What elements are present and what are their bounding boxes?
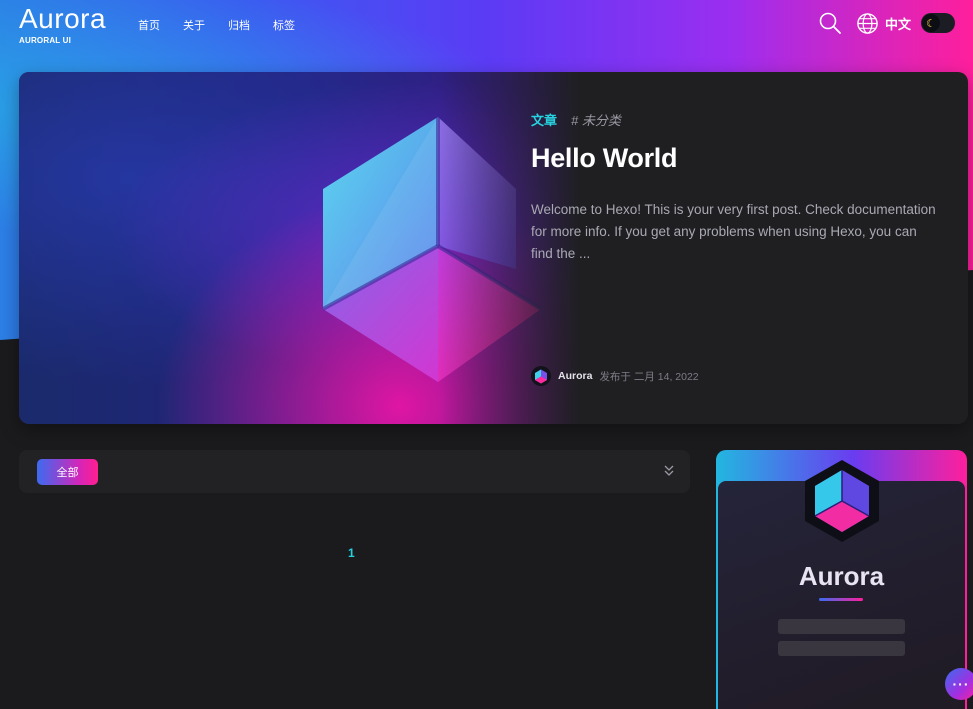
nav-item-archives[interactable]: 归档	[228, 17, 250, 33]
site-header: Aurora AURORAL UI 首页 关于 归档 标签 中文 ☾	[0, 0, 973, 70]
filter-all-button[interactable]: 全部	[37, 459, 98, 485]
profile-name-underline	[819, 598, 863, 601]
profile-card-body: Aurora	[718, 460, 965, 709]
featured-post-info: 文章 # 未分类 Hello World Welcome to Hexo! Th…	[531, 110, 941, 386]
author-avatar[interactable]	[531, 366, 551, 386]
nav-item-home[interactable]: 首页	[138, 17, 160, 33]
language-switch[interactable]: 中文	[885, 14, 911, 33]
logo-title: Aurora	[19, 3, 107, 34]
featured-post-card[interactable]: 文章 # 未分类 Hello World Welcome to Hexo! Th…	[19, 72, 968, 424]
moon-icon: ☾	[922, 14, 940, 32]
site-logo[interactable]: Aurora AURORAL UI	[19, 3, 107, 46]
post-tag[interactable]: # 未分类	[571, 110, 621, 129]
hexagon-gem-illustration	[322, 117, 543, 382]
globe-icon[interactable]	[855, 10, 881, 36]
nav-item-tags[interactable]: 标签	[273, 17, 295, 33]
post-meta: 文章 # 未分类	[531, 110, 941, 129]
search-icon[interactable]	[817, 10, 843, 36]
post-category[interactable]: 文章	[531, 110, 557, 129]
header-actions: 中文 ☾	[817, 10, 955, 36]
profile-placeholder-line	[778, 641, 905, 656]
logo-subtitle: AURORAL UI	[19, 36, 72, 45]
profile-avatar[interactable]	[803, 459, 881, 543]
main-nav: 首页 关于 归档 标签	[138, 17, 318, 33]
pagination-current-page[interactable]: 1	[348, 546, 355, 560]
category-filter-bar: 全部	[19, 450, 690, 493]
profile-name: Aurora	[798, 561, 885, 591]
theme-toggle[interactable]: ☾	[921, 13, 955, 33]
post-title[interactable]: Hello World	[531, 143, 941, 174]
featured-post-cover[interactable]	[19, 72, 579, 424]
hexagon-logo-icon	[535, 369, 547, 383]
author-name[interactable]: Aurora	[558, 370, 592, 382]
profile-placeholder-line	[778, 619, 905, 634]
publish-date: 发布于 二月 14, 2022	[599, 370, 699, 383]
author-profile-card: Aurora	[716, 450, 967, 709]
nav-item-about[interactable]: 关于	[183, 17, 205, 33]
post-author-row: Aurora 发布于 二月 14, 2022	[531, 366, 699, 386]
more-options-button[interactable]: ···	[945, 668, 973, 700]
chevrons-down-icon[interactable]	[664, 465, 674, 479]
post-excerpt: Welcome to Hexo! This is your very first…	[531, 202, 936, 261]
